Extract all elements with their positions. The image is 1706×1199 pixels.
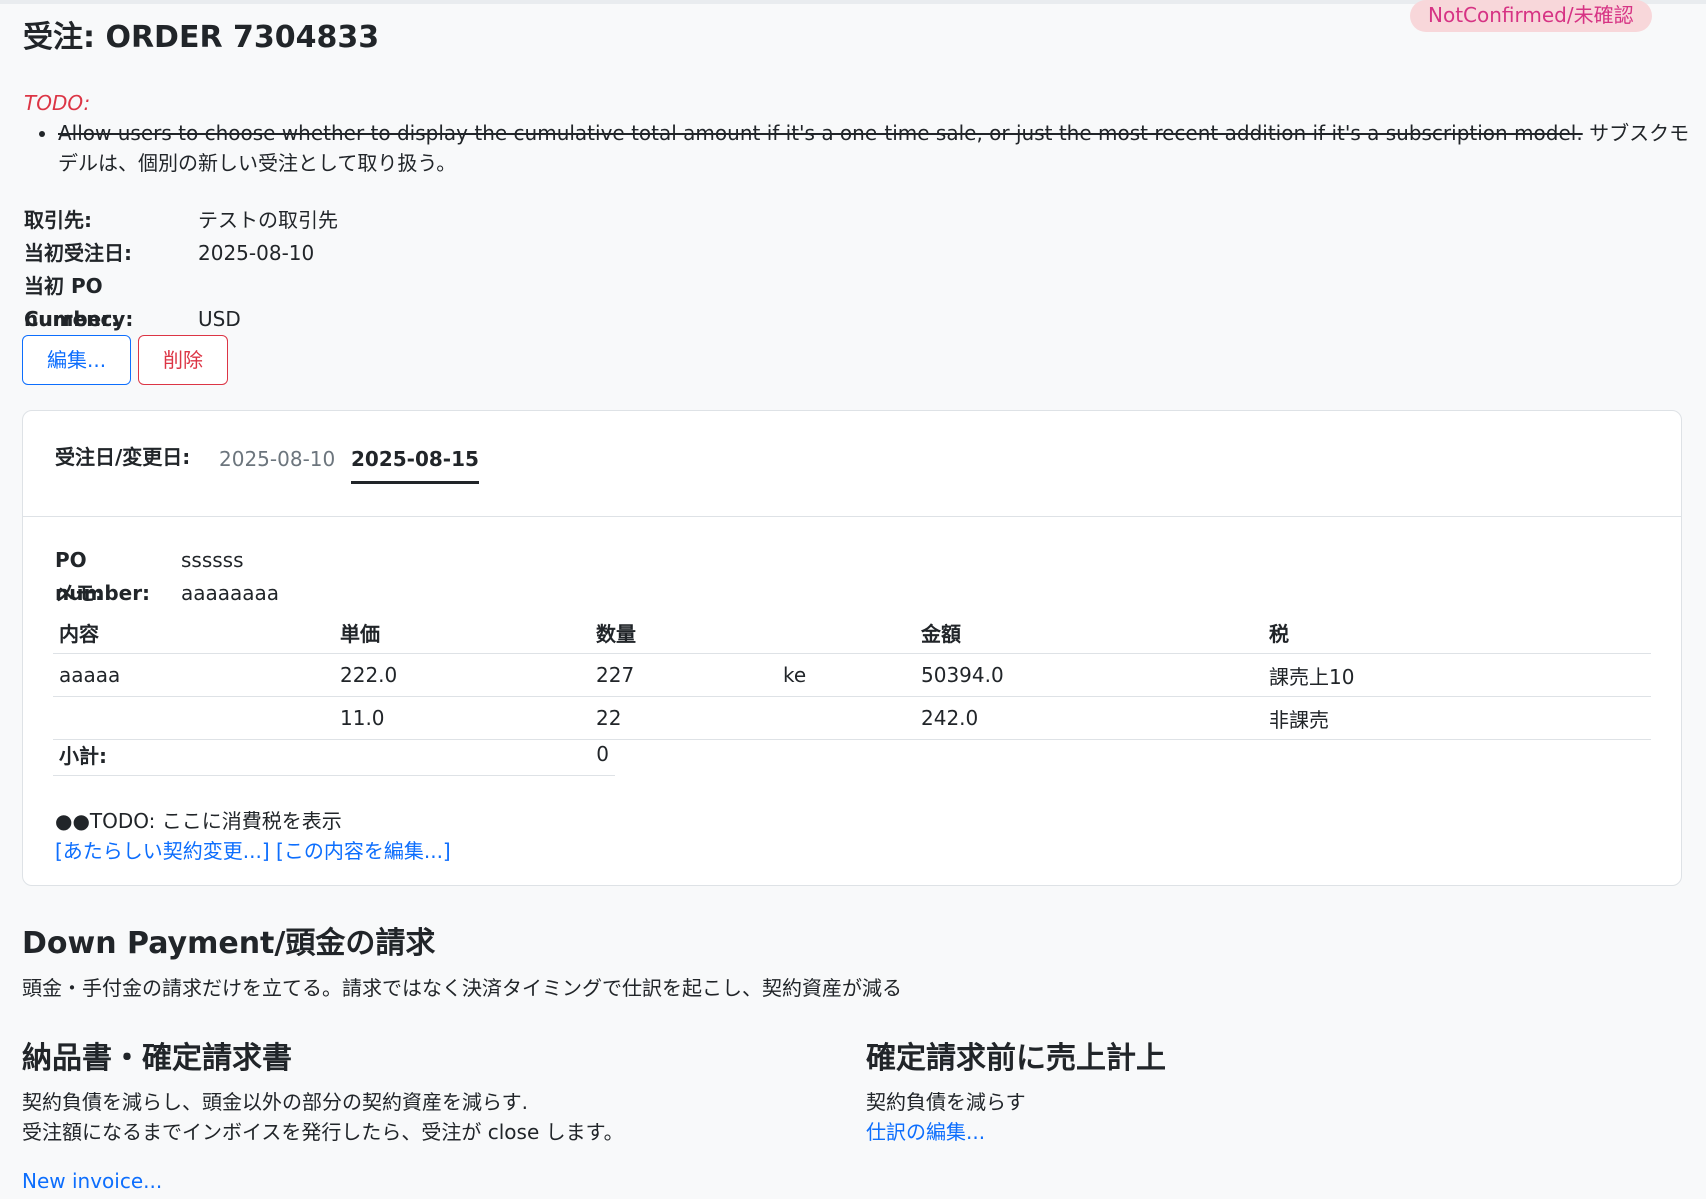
revenue-heading: 確定請求前に売上計上 (866, 1041, 1166, 1076)
table-row: aaaaa 222.0 227 ke 50394.0 課売上10 (53, 653, 1651, 697)
info-currency: Currency: USD (24, 303, 338, 336)
info-po: 当初 PO number: (24, 270, 338, 331)
cell-unit: ke (777, 653, 915, 697)
revision-memo-label: メモ: (55, 581, 103, 605)
order-info: 取引先: テストの取引先 当初受注日: 2025-08-10 当初 PO num… (24, 204, 338, 336)
todo-item: Allow users to choose whether to display… (58, 118, 1706, 178)
edit-journal-link[interactable]: 仕訳の編集... (866, 1116, 985, 1145)
subtotal-label: 小計: (53, 733, 451, 776)
down-payment-heading: Down Payment/頭金の請求 (22, 926, 436, 961)
date-label: 当初受注日: (24, 241, 132, 265)
cell-quantity: 227 (590, 653, 777, 697)
currency-label: Currency: (24, 307, 134, 331)
cell-content: aaaaa (53, 653, 334, 697)
info-client: 取引先: テストの取引先 (24, 204, 338, 237)
col-header-quantity: 数量 (590, 611, 777, 654)
todo-label: TODO: (24, 91, 91, 115)
line-items-table: 内容 単価 数量 金額 税 aaaaa 222.0 227 ke 50394.0… (53, 611, 1651, 740)
new-invoice-link[interactable]: New invoice... (22, 1169, 162, 1193)
tax-todo-note: ●●TODO: ここに消費税を表示 (55, 809, 342, 833)
tab-revision-2025-08-10[interactable]: 2025-08-10 (219, 447, 335, 471)
meta-po: PO number: ssssss (55, 544, 279, 605)
revision-tabs-header: 受注日/変更日: 2025-08-10 2025-08-15 (23, 411, 1681, 517)
page-title: 受注: ORDER 7304833 (23, 20, 380, 55)
invoice-description-2: 受注額になるまでインボイスを発行したら、受注が close します。 (22, 1120, 624, 1144)
tab-revision-2025-08-15[interactable]: 2025-08-15 (351, 447, 479, 484)
new-change-link[interactable]: [あたらしい契約変更...] (55, 839, 270, 863)
revision-memo-value: aaaaaaaa (181, 581, 280, 605)
po-label: 当初 PO number: (24, 274, 120, 331)
revision-card: 受注日/変更日: 2025-08-10 2025-08-15 PO number… (22, 410, 1682, 886)
todo-list: Allow users to choose whether to display… (34, 118, 1706, 178)
cell-quantity: 22 (590, 696, 777, 740)
col-header-unit-price: 単価 (334, 611, 590, 654)
down-payment-description: 頭金・手付金の請求だけを立てる。請求ではなく決済タイミングで仕訳を起こし、契約資… (22, 976, 902, 1000)
info-date: 当初受注日: 2025-08-10 (24, 237, 338, 270)
subtotal-row: 小計: 0 (53, 733, 615, 776)
edit-button[interactable]: 編集... (22, 335, 132, 385)
col-header-content: 内容 (53, 611, 334, 654)
cell-unit (777, 696, 915, 740)
revision-po-value: ssssss (181, 548, 244, 572)
revision-tabs-label: 受注日/変更日: (55, 445, 191, 469)
meta-memo: メモ: aaaaaaaa (55, 577, 279, 610)
cell-amount: 50394.0 (915, 653, 1263, 697)
delete-button[interactable]: 削除 (138, 335, 228, 385)
subtotal-table: 小計: 0 (53, 733, 615, 776)
currency-value: USD (198, 307, 241, 331)
cell-unit-price: 222.0 (334, 653, 590, 697)
status-badge: NotConfirmed/未確認 (1410, 0, 1652, 32)
client-label: 取引先: (24, 208, 92, 232)
cell-amount: 242.0 (915, 696, 1263, 740)
revision-links: [あたらしい契約変更...] [この内容を編集...] (55, 835, 451, 864)
todo-item-strike: Allow users to choose whether to display… (58, 121, 1583, 145)
invoice-heading: 納品書・確定請求書 (22, 1041, 292, 1076)
cell-tax: 課売上10 (1263, 653, 1651, 697)
revision-meta: PO number: ssssss メモ: aaaaaaaa (55, 544, 279, 610)
cell-tax: 非課売 (1263, 696, 1651, 740)
revision-po-label: PO number: (55, 548, 151, 605)
date-value: 2025-08-10 (198, 241, 315, 265)
client-value: テストの取引先 (198, 208, 338, 232)
invoice-description-1: 契約負債を減らし、頭金以外の部分の契約資産を減らす. (22, 1090, 528, 1114)
col-header-tax: 税 (1263, 611, 1651, 654)
edit-revision-link[interactable]: [この内容を編集...] (276, 839, 451, 863)
col-header-amount: 金額 (915, 611, 1263, 654)
revenue-description: 契約負債を減らす (866, 1090, 1026, 1114)
subtotal-value: 0 (450, 733, 615, 776)
col-header-unit (777, 611, 915, 654)
table-header-row: 内容 単価 数量 金額 税 (53, 611, 1651, 654)
